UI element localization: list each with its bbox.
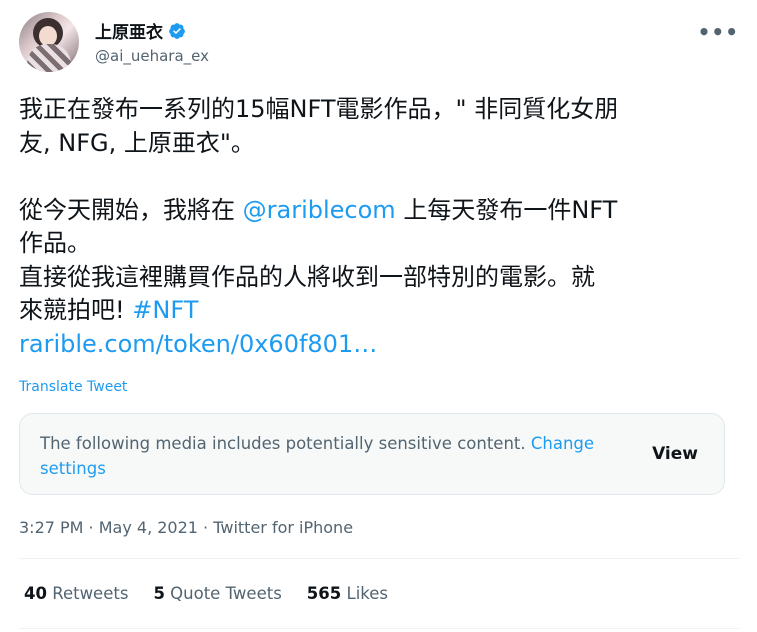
tweet-line-1: 我正在發布一系列的15幅NFT電影作品，" 非同質化女朋 [19, 95, 619, 123]
quotes-label: Quote Tweets [170, 584, 282, 603]
retweets-stat[interactable]: 40 Retweets [24, 584, 128, 603]
divider [19, 558, 739, 559]
tweet-line-6-pre: 來競拍吧! [19, 296, 133, 324]
retweets-label: Retweets [52, 584, 129, 603]
tweet-line-3-pre: 從今天開始，我將在 [19, 195, 243, 224]
user-names: 上原亜衣 @ai_uehara_ex [95, 18, 209, 65]
tweet-date[interactable]: May 4, 2021 [99, 518, 198, 537]
tweet-line-3-post: 上每天發布一件NFT [395, 195, 618, 224]
verified-badge-icon [169, 22, 185, 39]
meta-separator: · [197, 518, 214, 537]
avatar-scarf [27, 44, 71, 72]
sensitive-notice-text: The following media includes potentially… [40, 431, 620, 481]
tweet-line-5: 直接從我這裡購買作品的人將收到一部特別的電影。就 [19, 262, 595, 291]
translate-tweet-link[interactable]: Translate Tweet [19, 379, 127, 395]
tweet-stats: 40 Retweets 5 Quote Tweets 565 Likes [24, 584, 388, 603]
mention-link[interactable]: @rariblecom [243, 196, 396, 224]
likes-stat[interactable]: 565 Likes [307, 584, 388, 603]
divider [19, 628, 739, 629]
tweet-header: 上原亜衣 @ai_uehara_ex ••• [19, 12, 739, 76]
avatar[interactable] [19, 12, 79, 72]
avatar-face [39, 26, 57, 46]
tweet-line-2: 友, NFG, 上原亜衣"。 [19, 128, 255, 157]
sensitive-media-notice: The following media includes potentially… [19, 413, 725, 495]
likes-count: 565 [306, 584, 342, 603]
meta-separator: · [83, 518, 99, 537]
view-button[interactable]: View [652, 444, 698, 464]
tweet-source[interactable]: Twitter for iPhone [213, 518, 353, 537]
likes-label: Likes [346, 584, 389, 603]
tweet-time[interactable]: 3:27 PM [19, 518, 83, 537]
quotes-count: 5 [153, 584, 165, 603]
display-name[interactable]: 上原亜衣 [95, 18, 209, 43]
hashtag-link[interactable]: #NFT [132, 296, 198, 324]
user-handle[interactable]: @ai_uehara_ex [95, 47, 209, 65]
sensitive-warning: The following media includes potentially… [40, 434, 531, 453]
tweet-meta: 3:27 PM · May 4, 2021 · Twitter for iPho… [19, 518, 353, 537]
display-name-text[interactable]: 上原亜衣 [95, 18, 163, 43]
tweet-body: 我正在發布一系列的15幅NFT電影作品，" 非同質化女朋 友, NFG, 上原亜… [19, 93, 719, 361]
tweet-line-4: 作品。 [19, 229, 91, 257]
quote-tweets-stat[interactable]: 5 Quote Tweets [153, 584, 281, 603]
retweets-count: 40 [24, 584, 47, 603]
url-link[interactable]: rarible.com/token/0x60f801… [19, 330, 377, 358]
more-dots-icon[interactable]: ••• [698, 20, 739, 44]
